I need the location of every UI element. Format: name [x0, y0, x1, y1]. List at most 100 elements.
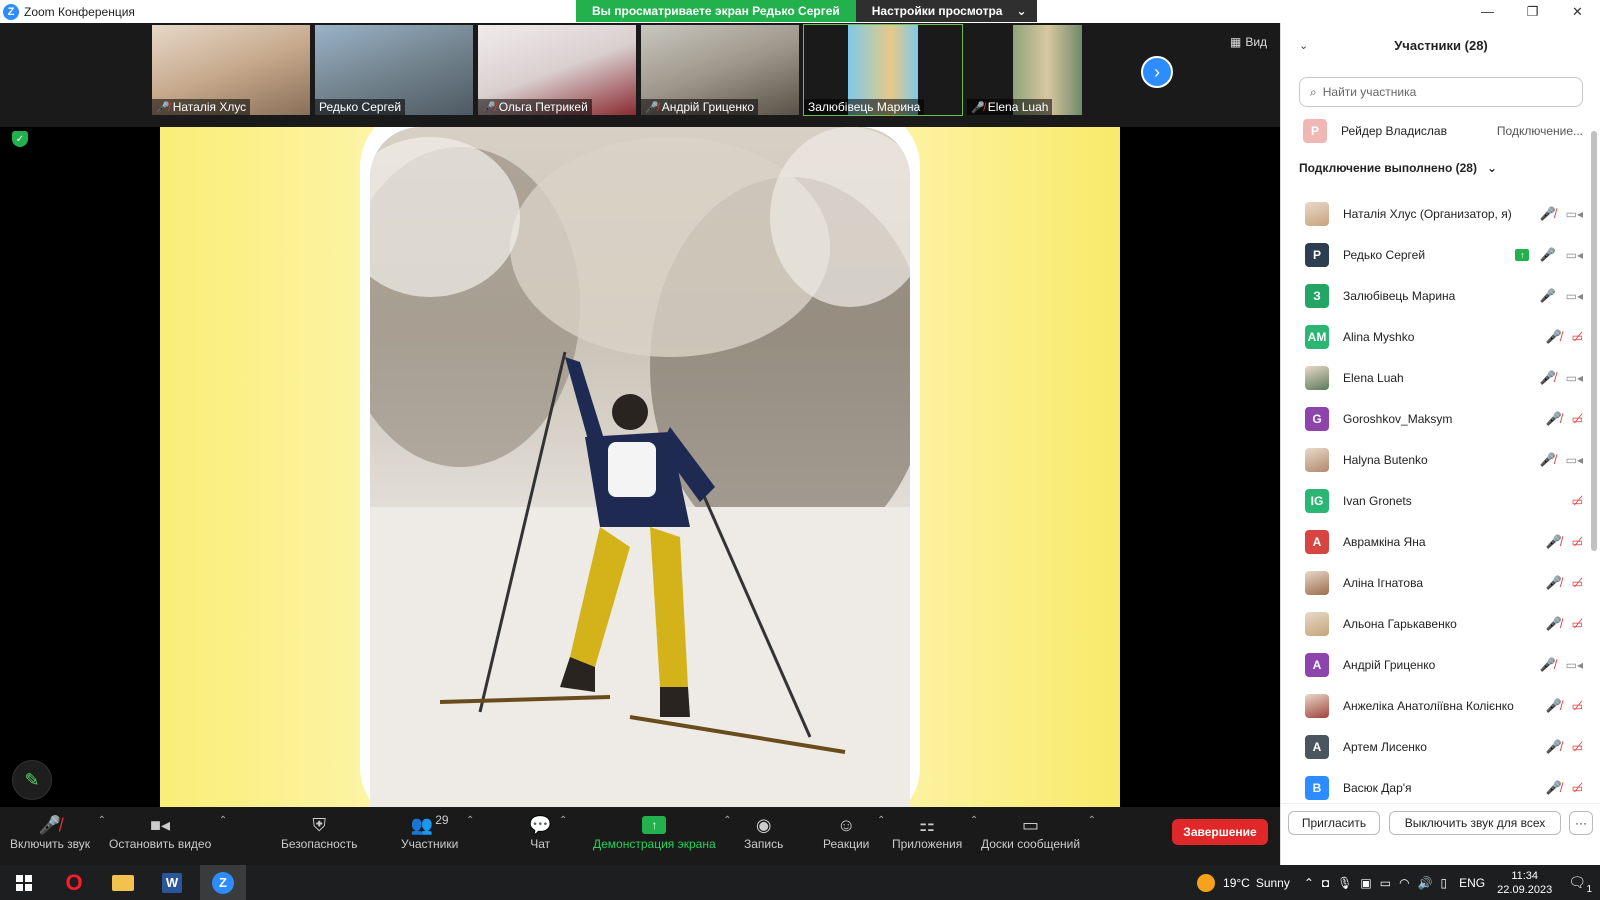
whiteboards-button[interactable]: ▭ Доски сообщений ⌃: [981, 813, 1096, 852]
camera-icon[interactable]: ▭◂: [1566, 289, 1583, 303]
microphone-icon[interactable]: 🎙: [1337, 876, 1352, 890]
next-page-button[interactable]: ›: [1141, 56, 1173, 88]
view-settings-button[interactable]: Настройки просмотра ⌄: [855, 0, 1037, 22]
mic-muted-icon[interactable]: 🎤̸: [1545, 534, 1561, 550]
camera-off-icon[interactable]: ▭̸: [1572, 412, 1583, 426]
volume-icon[interactable]: 🔊: [1418, 876, 1433, 890]
participants-button[interactable]: 👥 29 Участники ⌃: [401, 813, 474, 851]
participant-row[interactable]: Аліна Ігнатова 🎤̸ ▭̸: [1281, 562, 1591, 603]
mic-icon[interactable]: 🎤: [1539, 247, 1555, 263]
mic-muted-icon[interactable]: 🎤̸: [1545, 575, 1561, 591]
stop-video-button[interactable]: ■◂ Остановить видео ⌃: [109, 813, 227, 852]
participant-row[interactable]: Elena Luah 🎤̸ ▭◂: [1281, 357, 1591, 398]
end-meeting-button[interactable]: Завершение: [1172, 819, 1268, 845]
camera-off-icon[interactable]: ▭̸: [1572, 330, 1583, 344]
weather-desc[interactable]: Sunny: [1256, 876, 1290, 890]
reactions-button[interactable]: ☺ Реакции ⌃: [823, 813, 885, 852]
mic-muted-icon[interactable]: 🎤̸: [1539, 452, 1555, 468]
caret-up-icon[interactable]: ⌃: [1088, 815, 1096, 826]
unmute-button[interactable]: 🎤̸ Включить звук ⌃: [10, 813, 106, 852]
camera-off-icon[interactable]: ▭̸: [1572, 699, 1583, 713]
participant-row[interactable]: IG Ivan Gronets ▭̸: [1281, 480, 1591, 521]
webcam-icon[interactable]: ◘: [1322, 876, 1329, 890]
scrollbar[interactable]: [1591, 131, 1597, 551]
camera-off-icon[interactable]: ▭̸: [1572, 494, 1583, 508]
connected-section-header[interactable]: Подключение выполнено (28) ⌄: [1299, 161, 1497, 175]
wifi-icon[interactable]: ◠: [1399, 876, 1409, 890]
caret-up-icon[interactable]: ⌃: [466, 815, 474, 826]
annotate-pencil-button[interactable]: ✎: [12, 760, 52, 800]
camera-icon[interactable]: ▭◂: [1566, 658, 1583, 672]
notifications-icon[interactable]: 🗨 1: [1568, 874, 1592, 895]
opera-icon[interactable]: O: [54, 870, 94, 896]
camera-tray-icon[interactable]: ▣: [1360, 876, 1371, 890]
search-box[interactable]: ⌕: [1299, 77, 1583, 107]
search-input[interactable]: [1322, 85, 1563, 99]
participant-row[interactable]: Альона Гарькавенко 🎤̸ ▭̸: [1281, 603, 1591, 644]
video-tile[interactable]: 🎤̸ Андрій Гриценко: [641, 25, 799, 115]
clock[interactable]: 11:34 22.09.2023: [1497, 869, 1552, 897]
word-icon[interactable]: W: [152, 870, 192, 896]
camera-off-icon[interactable]: ▭̸: [1572, 576, 1583, 590]
caret-up-icon[interactable]: ⌃: [219, 815, 227, 826]
camera-off-icon[interactable]: ▭̸: [1572, 740, 1583, 754]
pending-participant[interactable]: Р Рейдер Владислав Подключение...: [1303, 119, 1583, 143]
mic-muted-icon[interactable]: 🎤̸: [1539, 657, 1555, 673]
camera-icon[interactable]: ▭◂: [1566, 453, 1583, 467]
participant-row[interactable]: Наталія Хлус (Организатор, я) 🎤̸ ▭◂: [1281, 193, 1591, 234]
windows-start-icon[interactable]: [4, 870, 44, 896]
shield-icon[interactable]: ✓: [12, 131, 28, 147]
weather-temp[interactable]: 19°C: [1223, 876, 1250, 890]
battery-level-icon[interactable]: ▯: [1441, 876, 1448, 890]
participant-row[interactable]: Р Редько Сергей ↑ 🎤 ▭◂: [1281, 234, 1591, 275]
share-screen-button[interactable]: ↑ Демонстрация экрана ⌃: [593, 813, 732, 851]
participant-row[interactable]: З Залюбівець Марина 🎤 ▭◂: [1281, 275, 1591, 316]
participant-row[interactable]: В Васюк Дар'я 🎤̸ ▭̸: [1281, 767, 1591, 808]
mic-muted-icon[interactable]: 🎤̸: [1539, 206, 1555, 222]
camera-off-icon[interactable]: ▭̸: [1572, 781, 1583, 795]
mic-muted-icon[interactable]: 🎤̸: [1545, 698, 1561, 714]
more-options-button[interactable]: ···: [1569, 811, 1593, 835]
participant-row[interactable]: Анжеліка Анатоліївна Колієнко 🎤̸ ▭̸: [1281, 685, 1591, 726]
minimize-button[interactable]: —: [1465, 0, 1510, 23]
battery-icon[interactable]: ▭: [1380, 876, 1391, 890]
restore-button[interactable]: ❐: [1510, 0, 1555, 23]
file-explorer-icon[interactable]: [103, 870, 143, 896]
camera-off-icon[interactable]: ▭̸: [1572, 617, 1583, 631]
camera-icon[interactable]: ▭◂: [1566, 248, 1583, 262]
chat-button[interactable]: 💬 Чат ⌃: [529, 813, 567, 852]
view-button[interactable]: ▦ Вид: [1230, 35, 1267, 49]
video-tile[interactable]: 🎤̸ Наталія Хлус: [152, 25, 310, 115]
zoom-taskbar-icon[interactable]: Z: [200, 865, 246, 900]
mic-muted-icon[interactable]: 🎤̸: [1545, 780, 1561, 796]
participant-row[interactable]: A Артем Лисенко 🎤̸ ▭̸: [1281, 726, 1591, 767]
mic-muted-icon[interactable]: 🎤̸: [1545, 616, 1561, 632]
video-tile[interactable]: 🎤̸ Ольга Петрикей: [478, 25, 636, 115]
mic-muted-icon[interactable]: 🎤̸: [1539, 370, 1555, 386]
participant-row[interactable]: А Аврамкіна Яна 🎤̸ ▭̸: [1281, 521, 1591, 562]
camera-icon[interactable]: ▭◂: [1566, 371, 1583, 385]
video-tile[interactable]: 🎤̸ Elena Luah: [967, 25, 1082, 115]
mic-muted-icon[interactable]: 🎤̸: [1545, 739, 1561, 755]
invite-button[interactable]: Пригласить: [1288, 811, 1380, 835]
record-button[interactable]: ◉ Запись: [744, 813, 783, 852]
participant-row[interactable]: G Goroshkov_Maksym 🎤̸ ▭̸: [1281, 398, 1591, 439]
caret-up-icon[interactable]: ⌃: [723, 815, 731, 826]
video-tile-active-speaker[interactable]: Залюбівець Марина: [803, 24, 963, 116]
chevron-up-icon[interactable]: ⌃: [1304, 876, 1314, 890]
participant-row[interactable]: Halyna Butenko 🎤̸ ▭◂: [1281, 439, 1591, 480]
apps-button[interactable]: ⚏ Приложения ⌃: [892, 813, 978, 852]
language-indicator[interactable]: ENG: [1459, 876, 1485, 890]
caret-up-icon[interactable]: ⌃: [970, 815, 978, 826]
mic-muted-icon[interactable]: 🎤̸: [1545, 329, 1561, 345]
mic-muted-icon[interactable]: 🎤̸: [1545, 411, 1561, 427]
camera-icon[interactable]: ▭◂: [1566, 207, 1583, 221]
participant-row[interactable]: А Андрій Гриценко 🎤̸ ▭◂: [1281, 644, 1591, 685]
caret-up-icon[interactable]: ⌃: [559, 815, 567, 826]
mic-icon[interactable]: 🎤: [1539, 288, 1555, 304]
caret-up-icon[interactable]: ⌃: [877, 815, 885, 826]
caret-up-icon[interactable]: ⌃: [98, 815, 106, 826]
security-button[interactable]: ⛨ Безопасность: [281, 813, 358, 852]
video-tile[interactable]: Редько Сергей: [315, 25, 473, 115]
mute-all-button[interactable]: Выключить звук для всех: [1389, 811, 1561, 835]
